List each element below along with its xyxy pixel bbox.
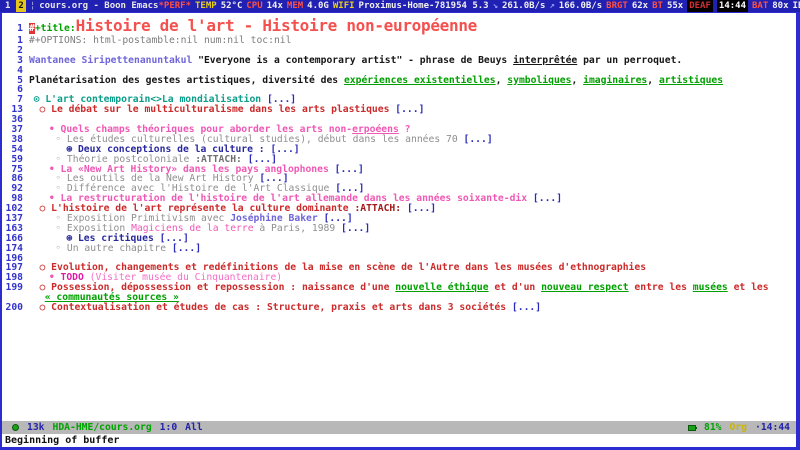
text-segment: [...] — [407, 203, 436, 214]
editor-row[interactable]: 5Planétarisation des gestes artistiques,… — [2, 76, 796, 86]
text-segment: [...] — [464, 134, 493, 145]
status-segment: BT — [652, 0, 663, 12]
buffer-file-name[interactable]: HDA-HME/cours.org — [53, 421, 152, 434]
text-segment: ◦ Un autre chapitre — [55, 243, 172, 254]
text-segment: [...] — [335, 164, 364, 175]
text-segment: entre les — [629, 282, 693, 293]
text-segment: [...] — [172, 243, 201, 254]
text-segment: [...] — [341, 223, 370, 234]
text-segment: Wantanee Siripettenanuntakul — [29, 55, 192, 66]
topbar-separator: ¦ — [30, 0, 35, 12]
text-segment: à Paris, 1989 — [254, 223, 342, 234]
org-link[interactable]: expériences existentielles — [344, 75, 496, 86]
text-segment: , — [496, 75, 508, 86]
status-segment: CPU — [246, 0, 262, 12]
text-segment: [...] — [395, 104, 424, 115]
text-segment: Histoire de l'art - Histoire non-europée… — [76, 16, 477, 35]
emacs-frame: 1#+title:Histoire de l'art - Histoire no… — [0, 12, 800, 450]
line-number: 5 — [2, 76, 29, 86]
text-segment: Planétarisation des gestes artistiques, … — [29, 75, 344, 86]
org-link[interactable]: nouvelle éthique — [395, 282, 488, 293]
line-number: 1 — [2, 36, 29, 46]
org-link[interactable]: imaginaires — [583, 75, 647, 86]
line-text: ○ Le débat sur le multiculturalisme dans… — [29, 105, 424, 115]
battery-icon — [688, 425, 696, 431]
text-segment: ○ Le débat sur le multiculturalisme dans… — [39, 104, 395, 115]
text-segment: par un perroquet. — [577, 55, 682, 66]
window-title: cours.org - Boon Emacs — [39, 0, 158, 12]
line-text: Planétarisation des gestes artistiques, … — [29, 76, 723, 86]
workspace-2-button[interactable]: 2 — [16, 0, 25, 12]
mode-line: 13k HDA-HME/cours.org 1:0 All 81% Org ·1… — [2, 421, 796, 434]
text-segment: , — [571, 75, 583, 86]
echo-area-message: Beginning of buffer — [2, 434, 796, 447]
line-number: 2 — [2, 46, 29, 56]
status-segment: 80x — [772, 0, 788, 12]
text-segment: ○ Contextualisation et études de cas : S… — [39, 302, 511, 313]
status-segment: 62x — [632, 0, 648, 12]
status-segment: 14:44 — [717, 0, 748, 12]
line-number: 4 — [2, 66, 29, 76]
text-segment: et les — [728, 282, 769, 293]
modeline-left: 13k HDA-HME/cours.org 1:0 All — [12, 421, 203, 434]
text-segment: [...] — [533, 193, 562, 204]
buffer-size: 13k — [27, 421, 45, 434]
text-segment: #+OPTIONS: html-postamble:nil num:nil to… — [29, 35, 291, 46]
status-segment: ↘ — [493, 0, 498, 12]
modeline-clock: ·14:44 — [755, 421, 790, 434]
text-segment: "Everyone is a contemporary artist" - ph… — [192, 55, 513, 66]
text-segment: interprêtée — [513, 55, 577, 66]
status-segment: 166.0B/s — [559, 0, 602, 12]
status-segment: 14x — [267, 0, 283, 12]
status-segment: TEMP — [195, 0, 217, 12]
status-segment: IBL — [793, 0, 800, 12]
status-segment: 4.0G — [307, 0, 329, 12]
topbar-left: 1 2 ¦ cours.org - Boon Emacs — [3, 0, 158, 12]
line-number: 200 — [2, 303, 29, 313]
org-link[interactable]: musées — [693, 282, 728, 293]
system-indicators: *PERF* TEMP 52°CCPU 14x MEM 4.0G WIFI Proximus-… — [158, 0, 800, 12]
status-segment: 55x — [667, 0, 683, 12]
status-segment: WIFI — [333, 0, 355, 12]
status-segment: BAT — [752, 0, 768, 12]
major-mode-label[interactable]: Org — [730, 421, 748, 434]
line-text: ○ Contextualisation et études de cas : S… — [29, 303, 541, 313]
org-link[interactable]: symboliques — [507, 75, 571, 86]
modeline-right: 81% Org ·14:44 — [688, 421, 790, 434]
buffer-state-icon — [12, 424, 19, 431]
line-number: 199 — [2, 283, 29, 293]
editor-row[interactable]: 3Wantanee Siripettenanuntakul "Everyone … — [2, 56, 796, 66]
battery-percent: 81% — [704, 421, 722, 434]
text-segment: , — [647, 75, 659, 86]
editor-row[interactable]: 200 ○ Contextualisation et études de cas … — [2, 303, 796, 313]
status-segment: 52°C — [221, 0, 243, 12]
line-number: 6 — [2, 85, 29, 95]
org-link[interactable]: nouveau respect — [541, 282, 629, 293]
status-segment: ↗ — [549, 0, 554, 12]
cursor-position: 1:0 — [160, 421, 178, 434]
editor-row[interactable]: 13○ Le débat sur le multiculturalisme da… — [2, 105, 796, 115]
system-status-bar: 1 2 ¦ cours.org - Boon Emacs *PERF* TEMP 5… — [0, 0, 800, 12]
editor-row[interactable]: 1#+title:Histoire de l'art - Histoire no… — [2, 15, 796, 36]
text-segment: :ATTACH: — [354, 203, 401, 214]
text-segment: et d'un — [489, 282, 542, 293]
desktop-screen: 1 2 ¦ cours.org - Boon Emacs *PERF* TEMP 5… — [0, 0, 800, 450]
org-link[interactable]: artistiques — [659, 75, 723, 86]
status-segment: BRGT — [606, 0, 628, 12]
status-segment: 261.0B/s — [502, 0, 545, 12]
status-segment: Proximus-Home-781954 5.3 — [359, 0, 489, 12]
line-text: #+OPTIONS: html-postamble:nil num:nil to… — [29, 36, 291, 46]
line-text: Wantanee Siripettenanuntakul "Everyone i… — [29, 56, 682, 66]
status-segment: MEM — [287, 0, 303, 12]
status-segment: DEAF — [687, 0, 713, 12]
text-segment: [...] — [512, 302, 541, 313]
text-segment: +title: — [35, 23, 76, 34]
org-buffer[interactable]: 1#+title:Histoire de l'art - Histoire no… — [2, 13, 796, 421]
scroll-indicator: All — [185, 421, 203, 434]
editor-row[interactable]: 174◦ Un autre chapitre [...] — [2, 244, 796, 254]
status-segment: *PERF* — [158, 0, 191, 12]
workspace-1-button[interactable]: 1 — [3, 0, 12, 12]
line-text: ◦ Un autre chapitre [...] — [29, 244, 201, 254]
line-number: 3 — [2, 56, 29, 66]
